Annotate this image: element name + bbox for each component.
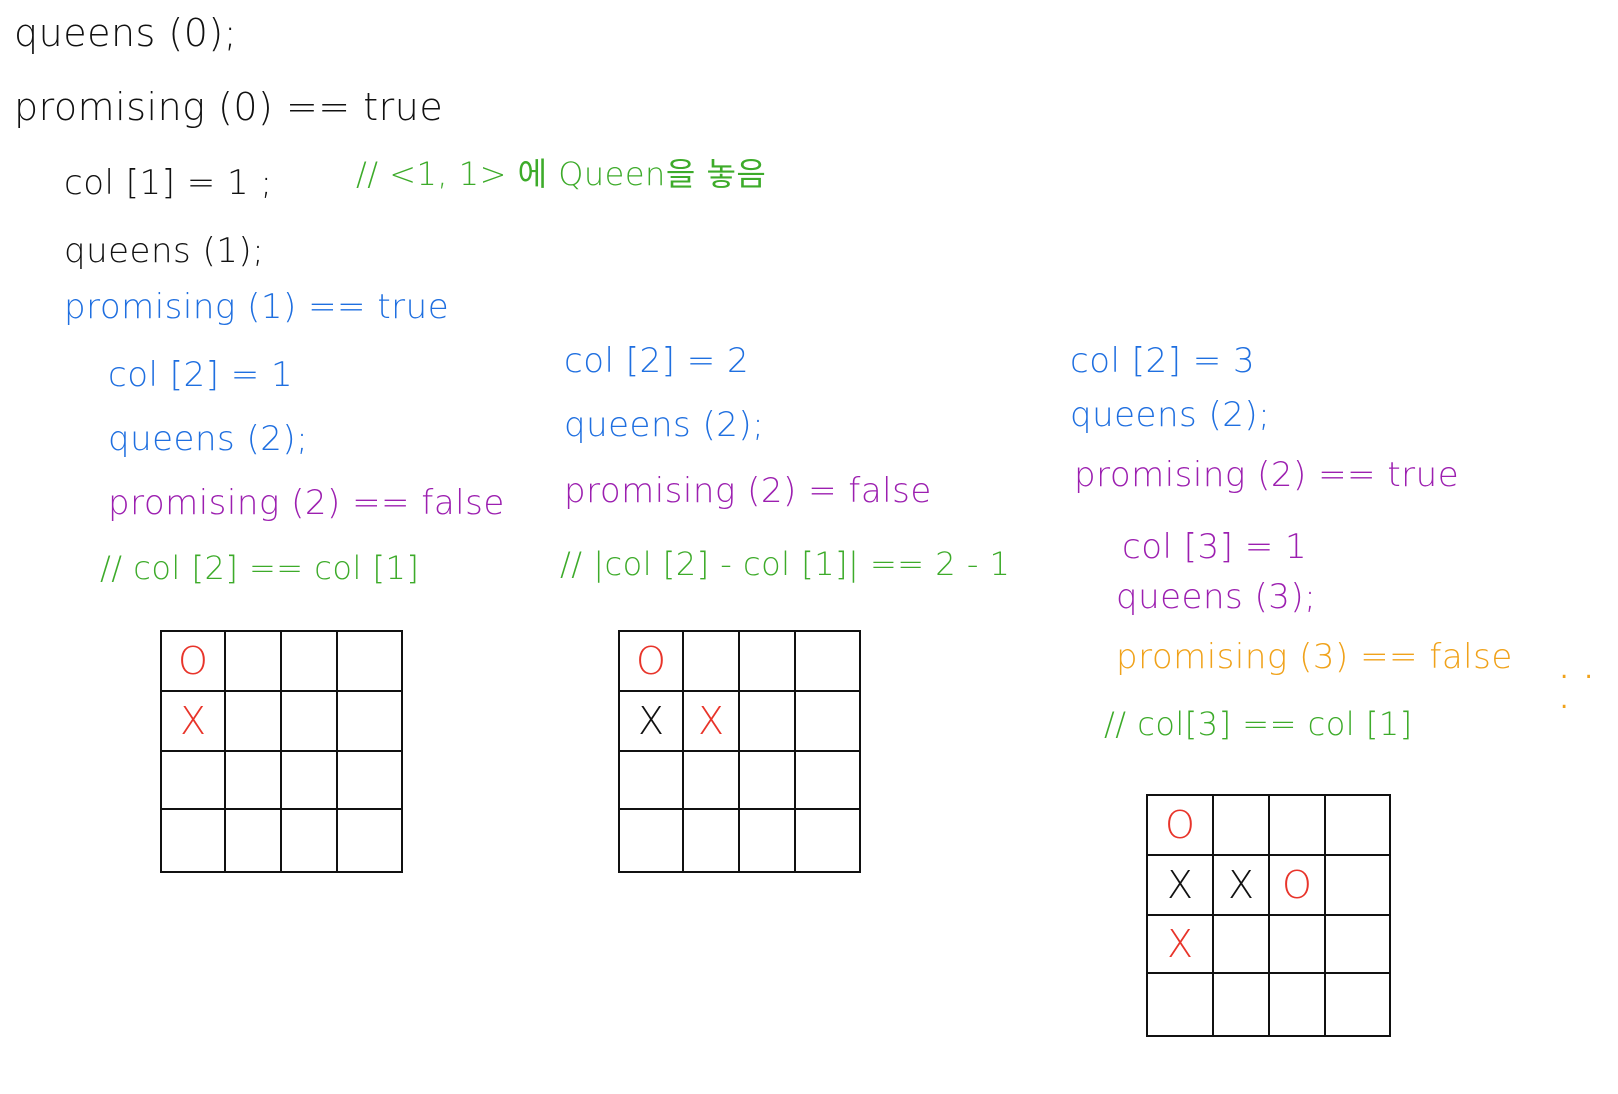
board-2-cell-r4-c3	[740, 810, 796, 871]
board-3-cell-r1-c2	[1214, 796, 1270, 856]
board-3-cell-r3-c2	[1214, 916, 1270, 974]
board-2-cell-r3-c3	[740, 752, 796, 810]
header-comment-queen-placed: // <1, 1> 에 Queen을 놓음	[356, 155, 767, 193]
col1-line-col2: col [2] = 1	[108, 355, 294, 395]
board-3-cell-r4-c4	[1326, 974, 1389, 1035]
board-3-cell-r4-c3	[1270, 974, 1326, 1035]
col3-line-col2: col [2] = 3	[1070, 341, 1256, 381]
board-2-cell-r3-c1	[620, 752, 684, 810]
board-1-cell-r2-c1: X	[162, 692, 226, 752]
board-1: OX	[160, 630, 403, 873]
board-2-cell-r4-c1	[620, 810, 684, 871]
board-3-cell-r1-c4	[1326, 796, 1389, 856]
board-3-cell-r1-c1: O	[1148, 796, 1214, 856]
board-2: OXX	[618, 630, 861, 873]
board-3-cell-r4-c2	[1214, 974, 1270, 1035]
board-3-cell-r3-c3	[1270, 916, 1326, 974]
col3-line-queens2: queens (2);	[1070, 395, 1271, 435]
board-2-cell-r1-c3	[740, 632, 796, 692]
board-3-cell-r2-c2: X	[1214, 856, 1270, 916]
board-1-cell-r3-c4	[338, 752, 401, 810]
board-1-cell-r1-c4	[338, 632, 401, 692]
board-3-cell-r2-c4	[1326, 856, 1389, 916]
board-3-cell-r3-c4	[1326, 916, 1389, 974]
board-2-cell-r2-c1: X	[620, 692, 684, 752]
board-1-cell-r3-c1	[162, 752, 226, 810]
board-1-cell-r4-c2	[226, 810, 282, 871]
col2-line-col2: col [2] = 2	[564, 341, 750, 381]
header-line-promising-0: promising (0) == true	[14, 85, 444, 129]
board-1-cell-r1-c2	[226, 632, 282, 692]
board-2-cell-r4-c2	[684, 810, 740, 871]
board-2-cell-r4-c4	[796, 810, 859, 871]
board-1-cell-r3-c2	[226, 752, 282, 810]
col3-line-col3: col [3] = 1	[1122, 527, 1308, 567]
board-3: OXXOX	[1146, 794, 1391, 1037]
board-2-cell-r3-c4	[796, 752, 859, 810]
board-1-cell-r1-c3	[282, 632, 338, 692]
col2-comment: // |col [2] - col [1]| == 2 - 1	[560, 545, 1011, 583]
board-1-cell-r1-c1: O	[162, 632, 226, 692]
col3-line-promising3: promising (3) == false	[1116, 637, 1513, 677]
board-2-cell-r3-c2	[684, 752, 740, 810]
col1-line-promising2: promising (2) == false	[108, 483, 505, 523]
board-3-cell-r3-c1: X	[1148, 916, 1214, 974]
board-2-cell-r2-c4	[796, 692, 859, 752]
header-line-queens-1: queens (1);	[64, 231, 265, 271]
ellipsis: . . .	[1560, 655, 1597, 715]
board-1-cell-r2-c3	[282, 692, 338, 752]
board-3-cell-r2-c3: O	[1270, 856, 1326, 916]
board-1-cell-r4-c4	[338, 810, 401, 871]
col3-line-queens3: queens (3);	[1116, 577, 1317, 617]
col3-line-promising2: promising (2) == true	[1074, 455, 1460, 495]
header-line-promising-1: promising (1) == true	[64, 287, 450, 327]
board-1-cell-r2-c4	[338, 692, 401, 752]
board-2-cell-r1-c1: O	[620, 632, 684, 692]
board-3-cell-r2-c1: X	[1148, 856, 1214, 916]
header-line-queens-0: queens (0);	[14, 11, 238, 55]
board-1-cell-r3-c3	[282, 752, 338, 810]
col1-line-queens2: queens (2);	[108, 419, 309, 459]
col2-line-promising2: promising (2) = false	[564, 471, 932, 511]
board-1-cell-r4-c1	[162, 810, 226, 871]
board-3-cell-r4-c1	[1148, 974, 1214, 1035]
board-3-cell-r1-c3	[1270, 796, 1326, 856]
board-2-cell-r2-c2: X	[684, 692, 740, 752]
board-2-cell-r1-c4	[796, 632, 859, 692]
board-2-cell-r2-c3	[740, 692, 796, 752]
board-1-cell-r4-c3	[282, 810, 338, 871]
header-line-col-1: col [1] = 1 ;	[64, 163, 273, 203]
board-2-cell-r1-c2	[684, 632, 740, 692]
col3-comment: // col[3] == col [1]	[1104, 705, 1413, 743]
col1-comment: // col [2] == col [1]	[100, 549, 420, 587]
board-1-cell-r2-c2	[226, 692, 282, 752]
col2-line-queens2: queens (2);	[564, 405, 765, 445]
